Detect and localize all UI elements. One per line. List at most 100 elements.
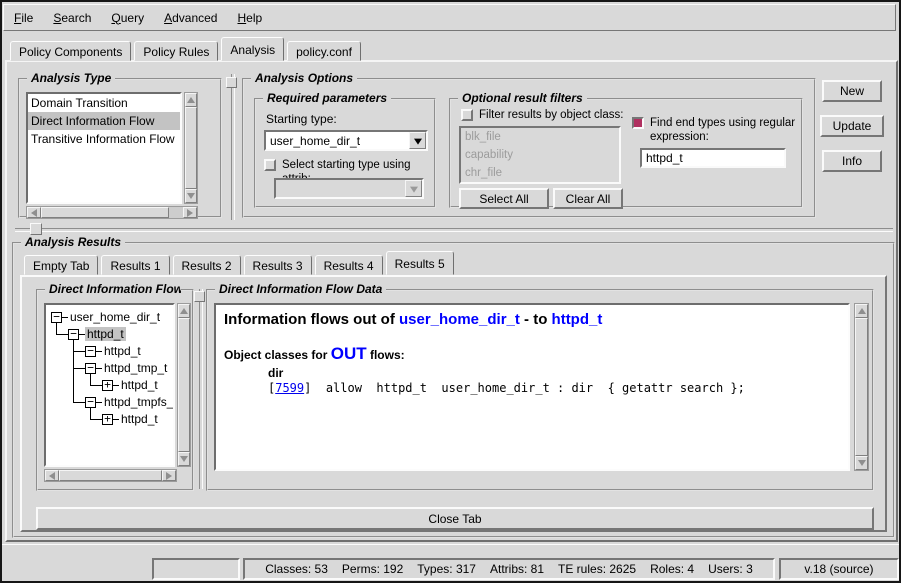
menu-search[interactable]: Search (53, 11, 91, 25)
results-tab-results-2[interactable]: Results 2 (173, 255, 241, 275)
collapse-box-icon[interactable]: − (85, 397, 96, 408)
tree-node-label[interactable]: httpd_t (119, 378, 160, 392)
analysis-type-item-direct-information-flow[interactable]: Direct Information Flow (28, 112, 180, 130)
tree-node[interactable]: −httpd_tmpfs_t (46, 394, 173, 411)
info-button[interactable]: Info (822, 150, 882, 172)
collapse-box-icon[interactable]: − (85, 346, 96, 357)
tree-hscrollbar[interactable] (44, 469, 177, 482)
status-empty-segment (152, 558, 240, 580)
tree-node-label[interactable]: httpd_t (85, 327, 126, 341)
close-tab-button[interactable]: Close Tab (36, 507, 874, 530)
tree-node-label[interactable]: httpd_t (102, 344, 143, 358)
required-parameters-group: Required parameters Starting type: user_… (254, 98, 436, 208)
scroll-down-icon[interactable] (855, 456, 868, 470)
select-all-button[interactable]: Select All (459, 188, 549, 209)
expand-box-icon[interactable]: + (102, 380, 113, 391)
results-tab-results-4[interactable]: Results 4 (315, 255, 383, 275)
tree-node[interactable]: −httpd_t (46, 343, 173, 360)
collapse-box-icon[interactable]: − (85, 363, 96, 374)
regex-checkbox-label: Find end types using regular expression: (650, 116, 795, 144)
tree-node[interactable]: + httpd_t (46, 411, 173, 428)
flow-tree: −user_home_dir_t−httpd_t−httpd_t−httpd_t… (46, 305, 173, 428)
scroll-right-icon[interactable] (162, 470, 176, 481)
results-page: Direct Information Flow Tree −user_home_… (20, 275, 887, 532)
analysis-options-title: Analysis Options (251, 71, 357, 85)
scrollbar-thumb[interactable] (855, 318, 868, 456)
scrollbar-thumb[interactable] (185, 107, 197, 189)
scroll-left-icon[interactable] (45, 470, 59, 481)
flow-tree-box[interactable]: −user_home_dir_t−httpd_t−httpd_t−httpd_t… (44, 303, 175, 467)
tree-node-label[interactable]: httpd_tmpfs_t (102, 395, 175, 409)
status-stat-roles: Roles: 4 (650, 562, 694, 576)
scroll-down-icon[interactable] (185, 189, 197, 203)
flow-tree-title: Direct Information Flow Tree (45, 282, 181, 296)
tree-node[interactable]: −httpd_t (46, 326, 173, 343)
status-stat-attribs: Attribs: 81 (490, 562, 544, 576)
object-class-label: dir (268, 366, 840, 380)
scrollbar-thumb[interactable] (178, 318, 190, 452)
expand-box-icon[interactable]: + (102, 414, 113, 425)
rule-id-link[interactable]: 7599 (275, 381, 304, 395)
regex-checkbox[interactable] (632, 117, 644, 129)
results-tab-results-3[interactable]: Results 3 (244, 255, 312, 275)
analysis-type-hscrollbar[interactable] (26, 206, 198, 219)
clear-all-button[interactable]: Clear All (553, 188, 623, 209)
regex-checkbox-row[interactable]: Find end types using regular expression: (632, 116, 795, 144)
analysis-type-vscrollbar[interactable] (184, 92, 198, 204)
scroll-right-icon[interactable] (183, 207, 197, 218)
starting-type-combobox[interactable]: user_home_dir_t (264, 130, 428, 151)
optional-result-filters-group: Optional result filters Filter results b… (449, 98, 803, 208)
menu-file[interactable]: File (14, 11, 33, 25)
analysis-type-item-transitive-information-flow[interactable]: Transitive Information Flow (28, 130, 180, 148)
scrollbar-thumb[interactable] (59, 470, 162, 481)
tab-policy-rules[interactable]: Policy Rules (134, 41, 218, 61)
tree-node-label[interactable]: user_home_dir_t (68, 310, 162, 324)
scroll-up-icon[interactable] (185, 93, 197, 107)
menu-help[interactable]: Help (237, 11, 262, 25)
collapse-box-icon[interactable]: − (68, 329, 79, 340)
collapse-box-icon[interactable]: − (51, 312, 62, 323)
tree-vscrollbar[interactable] (177, 303, 191, 467)
tab-policy-conf[interactable]: policy.conf (287, 41, 361, 61)
object-class-item-capability: capability (461, 146, 619, 164)
flow-data-textarea[interactable]: Information flows out of user_home_dir_t… (214, 303, 850, 471)
results-tab-results-1[interactable]: Results 1 (101, 255, 169, 275)
tree-node[interactable]: −user_home_dir_t (46, 309, 173, 326)
menu-bar: File Search Query Advanced Help (3, 4, 896, 31)
scroll-left-icon[interactable] (27, 207, 41, 218)
scrollbar-thumb[interactable] (41, 207, 169, 218)
filter-checkbox-row[interactable]: Filter results by object class: (461, 108, 623, 122)
menu-advanced[interactable]: Advanced (164, 11, 217, 25)
new-button[interactable]: New (822, 80, 882, 102)
regex-input[interactable] (640, 148, 786, 168)
scroll-down-icon[interactable] (178, 452, 190, 466)
status-stats-segment: Classes: 53Perms: 192Types: 317Attribs: … (243, 558, 775, 580)
update-button[interactable]: Update (820, 115, 884, 137)
results-tab-bar: Empty TabResults 1Results 2Results 3Resu… (24, 252, 457, 275)
tab-analysis[interactable]: Analysis (221, 37, 284, 61)
starting-type-label: Starting type: (266, 112, 337, 126)
tab-policy-components[interactable]: Policy Components (10, 41, 131, 61)
sash-handle[interactable] (226, 77, 237, 88)
data-vscrollbar[interactable] (854, 303, 869, 471)
object-class-item-blk-file: blk_file (461, 128, 619, 146)
sash-handle[interactable] (30, 223, 42, 235)
tree-node-label[interactable]: httpd_tmp_t (102, 361, 169, 375)
scroll-up-icon[interactable] (855, 304, 868, 318)
optional-result-filters-title: Optional result filters (458, 91, 587, 105)
results-tab-results-5[interactable]: Results 5 (386, 251, 454, 275)
analysis-type-item-domain-transition[interactable]: Domain Transition (28, 94, 180, 112)
status-version-segment: v.18 (source) (779, 558, 899, 580)
scroll-up-icon[interactable] (178, 304, 190, 318)
menu-query[interactable]: Query (111, 11, 144, 25)
tree-node[interactable]: + httpd_t (46, 377, 173, 394)
results-tab-empty-tab[interactable]: Empty Tab (24, 255, 98, 275)
sash-handle[interactable] (194, 291, 205, 302)
required-parameters-title: Required parameters (263, 91, 391, 105)
attrib-checkbox[interactable] (264, 159, 276, 171)
tree-node[interactable]: −httpd_tmp_t (46, 360, 173, 377)
analysis-type-list[interactable]: Domain TransitionDirect Information Flow… (26, 92, 182, 204)
filter-by-object-class-checkbox[interactable] (461, 109, 473, 121)
dropdown-arrow-icon[interactable] (409, 132, 426, 149)
tree-node-label[interactable]: httpd_t (119, 412, 160, 426)
